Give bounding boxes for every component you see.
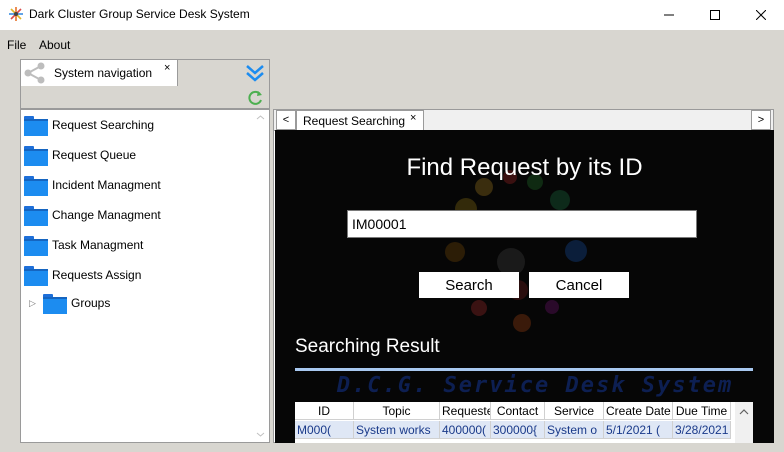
maximize-button[interactable] [692, 0, 738, 30]
app-icon [9, 7, 23, 21]
menu-file[interactable]: File [7, 38, 26, 52]
minimize-button[interactable] [646, 0, 692, 30]
nav-item-label: Incident Managment [52, 178, 161, 192]
search-button[interactable]: Search [419, 272, 519, 298]
title-bar: Dark Cluster Group Service Desk System [0, 0, 784, 30]
folder-icon [24, 174, 48, 196]
tab-request-searching[interactable]: Request Searching × [296, 110, 424, 130]
folder-icon [43, 292, 67, 314]
watermark-text: D.C.G. Service Desk System [336, 373, 734, 398]
cell-requester: 400000( [440, 421, 491, 439]
request-search-panel: Find Request by its ID Search Cancel Sea… [275, 130, 774, 443]
nav-item-requests-assign[interactable]: Requests Assign [24, 262, 141, 288]
tab-scroll-right-button[interactable]: > [751, 110, 771, 130]
menu-bar: File About [0, 30, 784, 58]
tab-label: Request Searching [303, 114, 406, 128]
folder-icon [24, 234, 48, 256]
nav-item-label: Change Managment [52, 208, 161, 222]
grid-scrollbar[interactable] [735, 402, 753, 443]
results-title: Searching Result [295, 336, 440, 357]
navigation-tree: Request Searching Request Queue Incident… [20, 109, 270, 443]
column-header-create-date[interactable]: Create Date [604, 402, 673, 420]
results-grid: ID Topic Requeste Contact Service Create… [295, 402, 753, 443]
scroll-arrows-icon [256, 115, 265, 437]
document-area: < Request Searching × > Find Request by … [273, 109, 774, 443]
tab-close-icon[interactable]: × [410, 112, 416, 124]
nav-item-label: Groups [71, 296, 111, 310]
maximize-icon [710, 10, 720, 20]
nav-item-change-managment[interactable]: Change Managment [24, 202, 161, 228]
folder-icon [24, 204, 48, 226]
nav-item-label: Request Queue [52, 148, 137, 162]
column-header-id[interactable]: ID [295, 402, 354, 420]
nav-item-groups[interactable]: ▷ Groups [29, 290, 110, 316]
double-chevron-down-icon[interactable] [243, 62, 267, 84]
nav-item-request-queue[interactable]: Request Queue [24, 142, 136, 168]
cancel-button[interactable]: Cancel [529, 272, 629, 298]
folder-icon [24, 264, 48, 286]
cell-contact: 300000{ [491, 421, 545, 439]
window-title: Dark Cluster Group Service Desk System [29, 7, 250, 21]
refresh-icon[interactable] [245, 88, 265, 108]
request-id-input[interactable] [347, 210, 697, 238]
results-divider [295, 368, 753, 371]
nav-item-label: Request Searching [52, 118, 155, 132]
column-header-due-time[interactable]: Due Time [673, 402, 731, 420]
nav-item-request-searching[interactable]: Request Searching [24, 112, 154, 138]
scroll-up-arrow-icon [739, 409, 749, 415]
column-header-service[interactable]: Service [545, 402, 604, 420]
navigation-tab[interactable]: System navigation × [21, 60, 178, 86]
menu-about[interactable]: About [39, 38, 70, 52]
folder-icon [24, 144, 48, 166]
navigation-tab-label: System navigation [54, 66, 153, 80]
tab-scroll-left-button[interactable]: < [276, 110, 296, 130]
grid-header-row: ID Topic Requeste Contact Service Create… [295, 402, 731, 420]
document-tab-strip: < Request Searching × > [274, 110, 773, 131]
nav-item-task-managment[interactable]: Task Managment [24, 232, 143, 258]
column-header-requester[interactable]: Requeste [440, 402, 491, 420]
minimize-icon [664, 14, 674, 16]
column-header-contact[interactable]: Contact [491, 402, 545, 420]
share-icon [24, 62, 45, 84]
navigation-pane-header: System navigation × [20, 59, 270, 109]
navigation-scrollbar[interactable] [252, 110, 269, 442]
nav-item-incident-managment[interactable]: Incident Managment [24, 172, 161, 198]
nav-item-label: Task Managment [52, 238, 144, 252]
table-row[interactable]: M000( System works 400000( 300000{ Syste… [295, 421, 731, 439]
cell-service: System o [545, 421, 604, 439]
folder-icon [24, 114, 48, 136]
cell-id: M000( [295, 421, 354, 439]
nav-item-label: Requests Assign [52, 268, 142, 282]
close-icon [756, 10, 766, 20]
navigation-tab-close[interactable]: × [164, 62, 170, 74]
cell-due-time: 3/28/2021 [673, 421, 731, 439]
expand-arrow-icon[interactable]: ▷ [29, 298, 43, 309]
cell-topic: System works [354, 421, 440, 439]
cell-create-date: 5/1/2021 ( [604, 421, 673, 439]
column-header-topic[interactable]: Topic [354, 402, 440, 420]
page-heading: Find Request by its ID [406, 154, 643, 181]
close-button[interactable] [738, 0, 784, 30]
